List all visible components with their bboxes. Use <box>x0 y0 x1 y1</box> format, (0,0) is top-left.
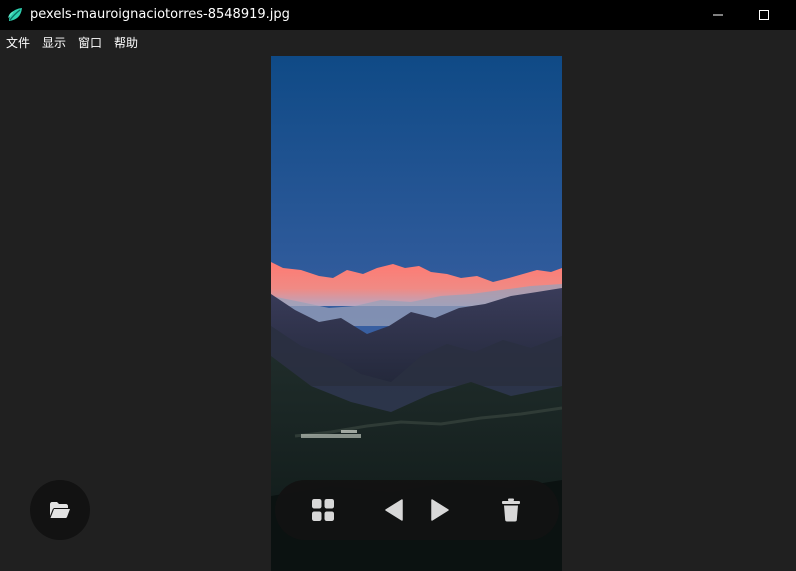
menu-window[interactable]: 窗口 <box>78 36 102 50</box>
maximize-icon <box>759 10 769 20</box>
menu-file[interactable]: 文件 <box>6 36 30 50</box>
next-image-button[interactable] <box>422 492 458 528</box>
delete-icon <box>502 498 520 522</box>
menu-bar: 文件 显示 窗口 帮助 <box>0 30 796 56</box>
gallery-grid-button[interactable] <box>305 492 341 528</box>
grid-icon <box>312 499 334 521</box>
window-title: pexels-mauroignaciotorres-8548919.jpg <box>30 7 290 22</box>
maximize-button[interactable] <box>741 0 787 30</box>
minimize-button[interactable] <box>695 0 741 30</box>
folder-open-icon <box>50 502 70 518</box>
minimize-icon <box>713 14 723 16</box>
delete-image-button[interactable] <box>493 492 529 528</box>
next-icon <box>431 499 449 521</box>
image-toolbar <box>275 480 559 540</box>
image-viewer-window: pexels-mauroignaciotorres-8548919.jpg 文件… <box>0 0 796 571</box>
open-folder-button[interactable] <box>30 480 90 540</box>
leaf-icon <box>8 8 22 21</box>
previous-icon <box>385 499 403 521</box>
menu-view[interactable]: 显示 <box>42 36 66 50</box>
menu-help[interactable]: 帮助 <box>114 36 138 50</box>
title-bar[interactable]: pexels-mauroignaciotorres-8548919.jpg <box>0 0 796 30</box>
previous-image-button[interactable] <box>376 492 412 528</box>
